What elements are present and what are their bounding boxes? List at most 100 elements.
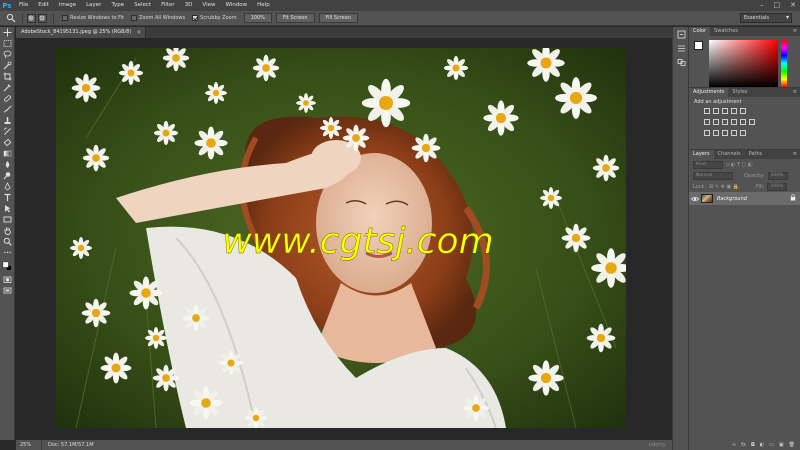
hue-saturation-icon[interactable] (704, 119, 710, 125)
menu-image[interactable]: Image (54, 0, 81, 11)
status-doc-size[interactable]: Doc: 57.1M/57.1M (42, 440, 94, 450)
layer-row-background[interactable]: Background (689, 192, 800, 205)
menu-file[interactable]: File (14, 0, 33, 11)
fill-input[interactable]: 100% (767, 182, 788, 191)
vibrance-icon[interactable] (740, 108, 746, 114)
quick-mask-icon[interactable] (0, 274, 15, 285)
delete-layer-icon[interactable]: 🗑 (789, 442, 795, 448)
tab-color[interactable]: Color (689, 27, 711, 36)
dodge-tool-icon[interactable] (0, 170, 15, 181)
marquee-tool-icon[interactable] (0, 38, 15, 49)
new-group-icon[interactable]: ▭ (769, 442, 774, 448)
zoom-out-icon[interactable] (38, 13, 47, 23)
menu-view[interactable]: View (197, 0, 220, 11)
menu-layer[interactable]: Layer (81, 0, 106, 11)
hand-tool-icon[interactable] (0, 225, 15, 236)
move-tool-icon[interactable] (0, 27, 15, 38)
menu-help[interactable]: Help (252, 0, 275, 11)
pen-tool-icon[interactable] (0, 181, 15, 192)
scrubby-zoom-checkbox[interactable] (192, 15, 199, 21)
photo-filter-icon[interactable] (731, 119, 737, 125)
quick-selection-tool-icon[interactable] (0, 60, 15, 71)
history-brush-tool-icon[interactable] (0, 126, 15, 137)
hue-slider[interactable] (781, 40, 787, 87)
invert-icon[interactable] (704, 130, 710, 136)
gradient-map-icon[interactable] (731, 130, 737, 136)
layers-panel-menu-icon[interactable]: ≡ (793, 150, 800, 159)
foreground-background-colors-icon[interactable] (0, 258, 15, 274)
path-selection-tool-icon[interactable] (0, 203, 15, 214)
adjustments-panel-menu-icon[interactable]: ≡ (793, 88, 800, 97)
zoom-all-windows-checkbox[interactable] (131, 15, 137, 21)
close-tab-icon[interactable]: × (136, 27, 141, 38)
lock-icons[interactable]: ⊠ ✎ ✥ ▣ 🔒 (709, 184, 739, 190)
new-layer-icon[interactable]: ▣ (779, 442, 784, 448)
menu-type[interactable]: Type (106, 0, 129, 11)
fit-screen-button[interactable]: Fit Screen (275, 13, 315, 23)
zoom-tool-preset-icon[interactable] (4, 13, 18, 24)
menu-window[interactable]: Window (220, 0, 252, 11)
tab-paths[interactable]: Paths (745, 150, 767, 159)
foreground-color-swatch[interactable] (694, 41, 703, 50)
blur-tool-icon[interactable] (0, 159, 15, 170)
tab-adjustments[interactable]: Adjustments (689, 88, 729, 97)
libraries-panel-icon[interactable] (673, 55, 690, 69)
more-tools-icon[interactable] (0, 247, 15, 258)
tab-layers[interactable]: Layers (689, 150, 714, 159)
type-tool-icon[interactable] (0, 192, 15, 203)
new-adjustment-layer-icon[interactable]: ◐ (760, 442, 764, 448)
resize-windows-checkbox[interactable] (62, 15, 68, 21)
eyedropper-tool-icon[interactable] (0, 82, 15, 93)
minimize-button[interactable]: – (760, 0, 764, 11)
opacity-input[interactable]: 100% (767, 171, 788, 180)
black-white-icon[interactable] (722, 119, 728, 125)
image-canvas[interactable]: www.cgtsj.com (56, 48, 626, 428)
fill-screen-button[interactable]: Fill Screen (318, 13, 359, 23)
eraser-tool-icon[interactable] (0, 137, 15, 148)
blend-mode-select[interactable]: Normal (693, 171, 733, 180)
zoom-in-icon[interactable] (27, 13, 36, 23)
brightness-contrast-icon[interactable] (704, 108, 710, 114)
color-lookup-icon[interactable] (749, 119, 755, 125)
menu-filter[interactable]: Filter (156, 0, 180, 11)
menu-edit[interactable]: Edit (33, 0, 54, 11)
layer-filter-kind[interactable]: Kind (693, 160, 723, 169)
exposure-icon[interactable] (731, 108, 737, 114)
crop-tool-icon[interactable] (0, 71, 15, 82)
add-mask-icon[interactable]: ◘ (751, 442, 755, 448)
rectangle-tool-icon[interactable] (0, 214, 15, 225)
threshold-icon[interactable] (722, 130, 728, 136)
channel-mixer-icon[interactable] (740, 119, 746, 125)
color-picker-field[interactable] (709, 40, 778, 87)
brush-tool-icon[interactable] (0, 104, 15, 115)
screen-mode-icon[interactable] (0, 285, 15, 296)
zoom-100-button[interactable]: 100% (243, 13, 272, 23)
close-button[interactable]: ✕ (790, 0, 796, 11)
gradient-tool-icon[interactable] (0, 148, 15, 159)
posterize-icon[interactable] (713, 130, 719, 136)
properties-panel-icon[interactable] (673, 41, 690, 55)
maximize-button[interactable]: □ (774, 0, 781, 11)
tab-swatches[interactable]: Swatches (710, 27, 742, 36)
lasso-tool-icon[interactable] (0, 49, 15, 60)
layer-style-icon[interactable]: fx (741, 442, 746, 448)
curves-icon[interactable] (722, 108, 728, 114)
tab-styles[interactable]: Styles (728, 88, 751, 97)
clone-stamp-tool-icon[interactable] (0, 115, 15, 126)
status-zoom[interactable]: 25% (16, 440, 42, 450)
lock-icon[interactable] (790, 194, 800, 203)
menu-3d[interactable]: 3D (180, 0, 198, 11)
levels-icon[interactable] (713, 108, 719, 114)
menu-select[interactable]: Select (129, 0, 156, 11)
workspace-select[interactable]: Essentials (740, 13, 792, 23)
color-panel-menu-icon[interactable]: ≡ (793, 27, 800, 36)
tab-channels[interactable]: Channels (714, 150, 745, 159)
color-balance-icon[interactable] (713, 119, 719, 125)
history-panel-icon[interactable] (673, 27, 690, 41)
document-tab[interactable]: AdobeStock_84195131.jpeg @ 25% (RGB/8) × (16, 27, 147, 38)
healing-brush-tool-icon[interactable] (0, 93, 15, 104)
eye-icon[interactable] (689, 196, 701, 202)
zoom-tool-icon[interactable] (0, 236, 15, 247)
link-layers-icon[interactable]: ∞ (732, 442, 736, 448)
layer-name[interactable]: Background (717, 196, 790, 202)
